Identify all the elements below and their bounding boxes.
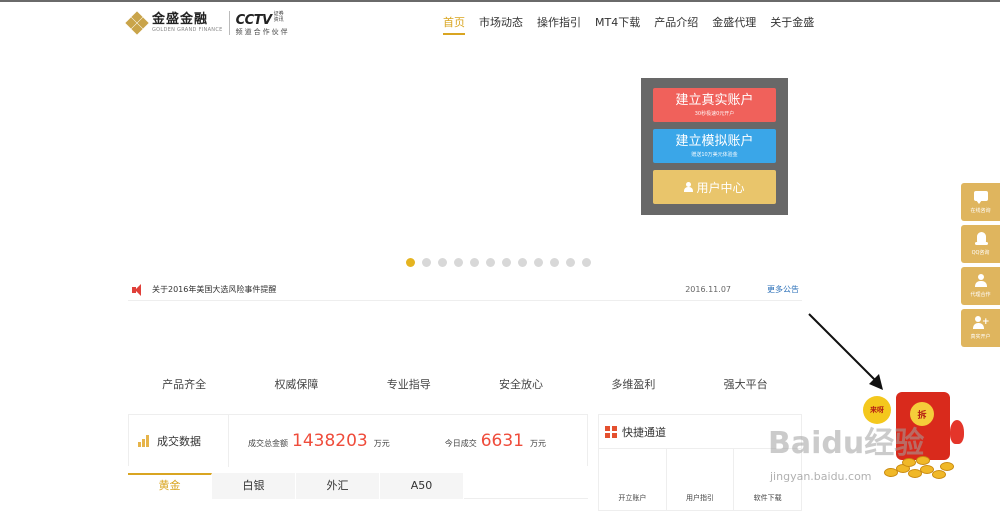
grid-icon [605, 425, 617, 438]
tab-gold[interactable]: 黄金 [128, 473, 212, 499]
speaker-icon [132, 283, 146, 296]
nav-agency[interactable]: 金盛代理 [712, 14, 756, 35]
cctv-channel: 证券 资讯 [273, 10, 284, 23]
carousel-dot[interactable] [550, 258, 559, 267]
right-sidebar: 在线咨询 QQ咨询 代理合作 + 真实开户 [961, 183, 1000, 351]
tab-a50[interactable]: A50 [380, 473, 464, 499]
more-notices-link[interactable]: 更多公告 [767, 284, 799, 295]
total-volume-label: 成交总金额 [248, 438, 288, 448]
sidebar-label: 在线咨询 [970, 208, 991, 214]
open-demo-account-subtitle: 赠送10万美元体验金 [691, 152, 738, 158]
carousel-dots [406, 258, 598, 267]
stats-title: 成交数据 [157, 434, 201, 448]
carousel-dot[interactable] [566, 258, 575, 267]
nav-about[interactable]: 关于金盛 [770, 14, 814, 35]
carousel-dot[interactable] [438, 258, 447, 267]
sidebar-open-real-account[interactable]: + 真实开户 [961, 309, 1000, 347]
feature-item: 多维盈利 [611, 378, 656, 391]
sidebar-label: QQ咨询 [971, 250, 990, 256]
today-volume-label: 今日成交 [444, 438, 477, 448]
total-volume-value: 1438203 [292, 430, 368, 451]
sidebar-qq-consult[interactable]: QQ咨询 [961, 225, 1000, 263]
site-header: 金盛金融 GOLDEN GRAND FINANCE CCTV 证券 资讯 频道合作伙… [0, 2, 1000, 42]
nav-products[interactable]: 产品介绍 [654, 14, 698, 35]
agent-icon [973, 274, 989, 288]
market-tabs: 黄金 白银 外汇 A50 [128, 473, 588, 499]
cctv-partner-text: 频道合作伙伴 [235, 27, 290, 36]
carousel-dot[interactable] [422, 258, 431, 267]
total-volume: 成交总金额 1438203 万元 [248, 431, 390, 451]
carousel-dot[interactable] [470, 258, 479, 267]
qq-icon [973, 232, 989, 246]
site-logo[interactable]: 金盛金融 GOLDEN GRAND FINANCE CCTV 证券 资讯 频道合作伙… [125, 9, 290, 37]
chat-icon [973, 190, 989, 204]
notice-bar: 关于2016年美国大选风险事件提醒 2016.11.07 更多公告 [128, 279, 802, 301]
feature-item: 产品齐全 [162, 378, 207, 391]
quick-user-guide[interactable]: 用户指引 [667, 449, 735, 511]
sidebar-online-consult[interactable]: 在线咨询 [961, 183, 1000, 221]
today-volume-unit: 万元 [529, 438, 546, 448]
annotation-arrow-icon [808, 313, 883, 390]
sidebar-label: 真实开户 [970, 334, 991, 340]
cctv-logo: CCTV 证券 资讯 频道合作伙伴 [236, 11, 290, 36]
feature-item: 强大平台 [723, 378, 768, 391]
total-volume-unit: 万元 [373, 438, 390, 448]
tab-forex[interactable]: 外汇 [296, 473, 380, 499]
today-volume: 今日成交 6631 万元 [445, 431, 546, 451]
notice-link[interactable]: 关于2016年美国大选风险事件提醒 [152, 284, 685, 295]
add-user-icon: + [972, 316, 990, 330]
nav-home[interactable]: 首页 [443, 14, 465, 35]
logo-name-cn: 金盛金融 [152, 12, 209, 27]
open-real-account-subtitle: 30秒极速0元开户 [694, 111, 735, 117]
feature-item: 专业指导 [386, 378, 431, 391]
quick-open-account[interactable]: 开立账户 [599, 449, 667, 511]
carousel-dot[interactable] [518, 258, 527, 267]
notice-date: 2016.11.07 [685, 285, 731, 294]
nav-mt4-download[interactable]: MT4下载 [595, 14, 640, 35]
promo-decoration [950, 420, 964, 444]
carousel-dot[interactable] [534, 258, 543, 267]
hero-banner [0, 42, 1000, 272]
nav-operation-guide[interactable]: 操作指引 [537, 14, 581, 35]
logo-text: 金盛金融 GOLDEN GRAND FINANCE [152, 13, 223, 33]
sidebar-label: 代理合作 [970, 292, 991, 298]
quick-access-title: 快捷通道 [622, 425, 666, 439]
feature-item: 安全放心 [499, 378, 544, 391]
feature-list: 产品齐全 权威保障 专业指导 安全放心 多维盈利 强大平台 [128, 376, 802, 392]
carousel-dot[interactable] [406, 258, 415, 267]
bar-chart-icon [138, 434, 152, 447]
main-nav: 首页 市场动态 操作指引 MT4下载 产品介绍 金盛代理 关于金盛 [443, 14, 828, 35]
tab-silver[interactable]: 白银 [212, 473, 296, 499]
carousel-dot[interactable] [454, 258, 463, 267]
user-center-label: 用户中心 [696, 180, 745, 195]
baidu-watermark-url: jingyan.baidu.com [770, 470, 872, 483]
baidu-watermark: Baidu经验 [768, 426, 925, 461]
feature-item: 权威保障 [274, 378, 319, 391]
today-volume-value: 6631 [480, 430, 524, 451]
logo-divider [228, 11, 230, 35]
trade-stats: 成交数据 成交总金额 1438203 万元 今日成交 6631 万元 [128, 414, 588, 467]
stats-header: 成交数据 [129, 414, 229, 467]
account-panel: 建立真实账户 30秒极速0元开户 建立模拟账户 赠送10万美元体验金 用户中心 [641, 78, 788, 215]
user-center-button[interactable]: 用户中心 [653, 170, 776, 204]
open-demo-account-label: 建立模拟账户 [675, 134, 754, 149]
user-icon [684, 182, 694, 192]
open-real-account-button[interactable]: 建立真实账户 30秒极速0元开户 [653, 88, 776, 122]
sidebar-agent-cooperation[interactable]: 代理合作 [961, 267, 1000, 305]
cctv-mark: CCTV [235, 12, 273, 28]
open-demo-account-button[interactable]: 建立模拟账户 赠送10万美元体验金 [653, 129, 776, 163]
carousel-dot[interactable] [486, 258, 495, 267]
open-real-account-label: 建立真实账户 [675, 93, 754, 108]
carousel-dot[interactable] [582, 258, 591, 267]
carousel-dot[interactable] [502, 258, 511, 267]
logo-name-en: GOLDEN GRAND FINANCE [152, 27, 223, 33]
logo-diamond-icon [125, 11, 149, 35]
nav-market-news[interactable]: 市场动态 [479, 14, 523, 35]
